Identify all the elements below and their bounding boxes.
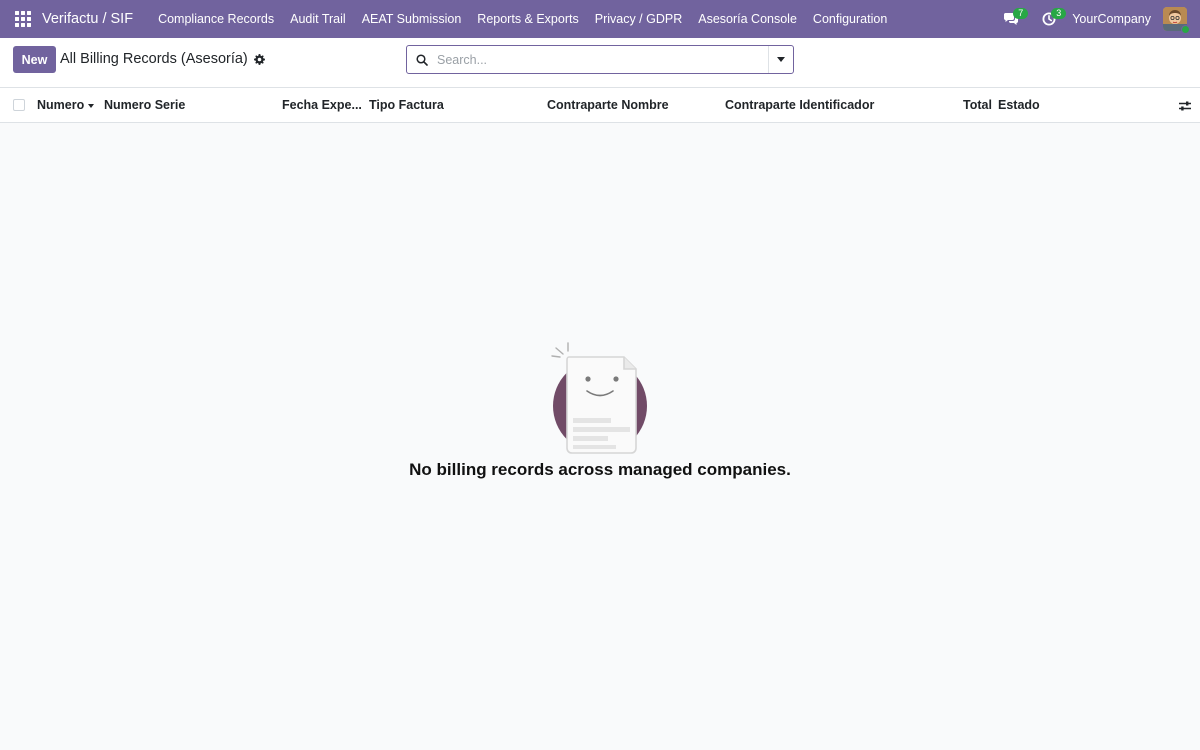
apps-grid-icon[interactable] — [4, 0, 42, 38]
sort-desc-icon — [88, 103, 95, 108]
list-header: Numero Numero Serie Fecha Expe... Tipo F… — [0, 88, 1200, 123]
activities-button[interactable]: 3 — [1030, 0, 1068, 38]
select-all-checkbox[interactable] — [13, 99, 25, 111]
control-panel: New All Billing Records (Asesoría) — [0, 38, 1200, 88]
menu-item-configuration[interactable]: Configuration — [805, 0, 895, 38]
search-icon — [407, 53, 437, 66]
company-switcher[interactable]: YourCompany — [1072, 12, 1151, 26]
column-header-numero-serie[interactable]: Numero Serie — [104, 98, 185, 112]
main-menu: Compliance Records Audit Trail AEAT Subm… — [150, 0, 895, 38]
gear-icon[interactable] — [253, 53, 265, 65]
user-avatar[interactable] — [1163, 7, 1190, 34]
breadcrumb: All Billing Records (Asesoría) — [60, 51, 265, 67]
search-input[interactable] — [437, 46, 768, 73]
sliders-icon[interactable] — [1178, 99, 1192, 111]
chevron-down-icon — [777, 57, 785, 62]
menu-item-reports-exports[interactable]: Reports & Exports — [469, 0, 586, 38]
menu-item-audit-trail[interactable]: Audit Trail — [282, 0, 354, 38]
menu-item-compliance-records[interactable]: Compliance Records — [150, 0, 282, 38]
search-options-toggle[interactable] — [768, 46, 793, 73]
new-button[interactable]: New — [13, 46, 56, 73]
messages-count-badge: 7 — [1013, 8, 1029, 19]
column-header-contraparte-identificador[interactable]: Contraparte Identificador — [725, 98, 874, 112]
menu-item-asesoria-console[interactable]: Asesoría Console — [690, 0, 805, 38]
column-header-total[interactable]: Total — [963, 98, 992, 112]
empty-state-illustration — [550, 340, 650, 455]
main-navbar: Verifactu / SIF Compliance Records Audit… — [0, 0, 1200, 38]
menu-item-aeat-submission[interactable]: AEAT Submission — [354, 0, 470, 38]
column-header-numero[interactable]: Numero — [37, 98, 95, 112]
app-brand[interactable]: Verifactu / SIF — [42, 11, 133, 27]
column-header-estado[interactable]: Estado — [998, 98, 1040, 112]
page-title: All Billing Records (Asesoría) — [60, 51, 248, 67]
online-status-indicator — [1181, 25, 1190, 34]
empty-state-title: No billing records across managed compan… — [409, 460, 791, 479]
column-header-contraparte-nombre[interactable]: Contraparte Nombre — [547, 98, 669, 112]
messages-button[interactable]: 7 — [992, 0, 1030, 38]
activities-count-badge: 3 — [1051, 8, 1067, 19]
systray: 7 3 YourCompany — [992, 0, 1200, 38]
search-bar — [406, 45, 794, 74]
menu-item-privacy-gdpr[interactable]: Privacy / GDPR — [587, 0, 691, 38]
column-header-fecha-expedicion[interactable]: Fecha Expe... — [282, 98, 362, 112]
column-header-tipo-factura[interactable]: Tipo Factura — [369, 98, 444, 112]
